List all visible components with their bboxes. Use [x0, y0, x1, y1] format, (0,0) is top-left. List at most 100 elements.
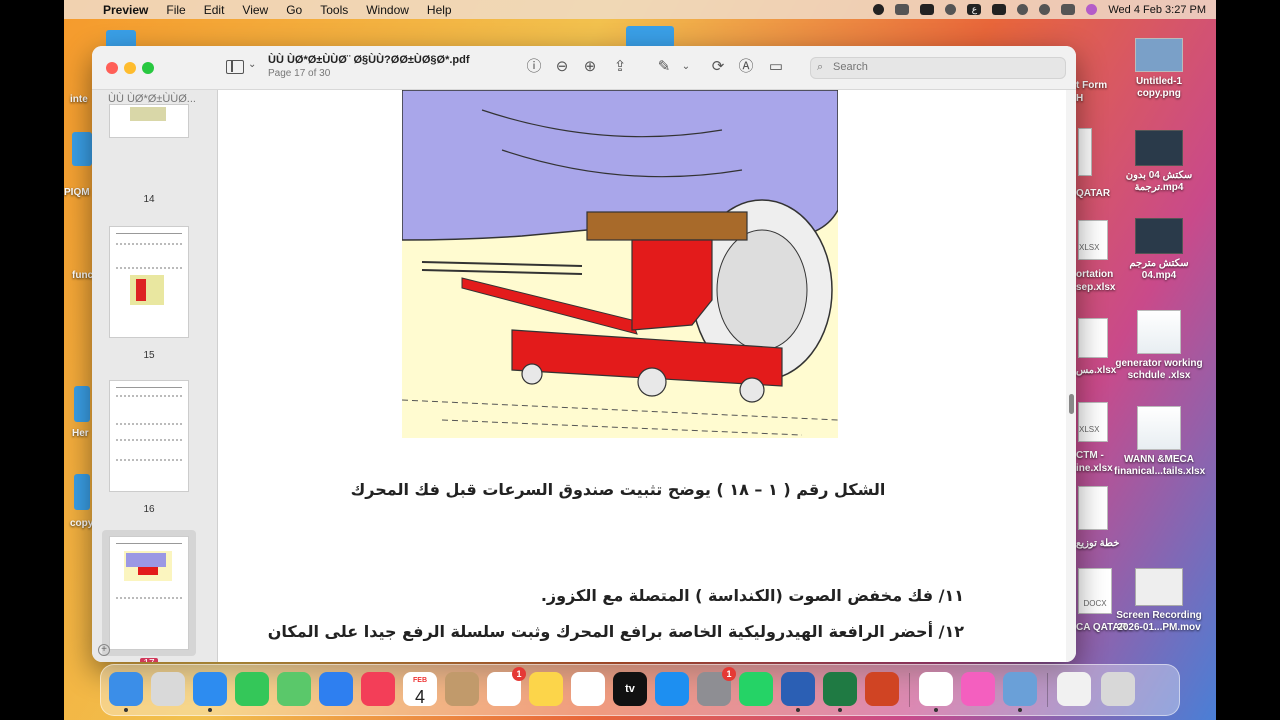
chevron-down-icon[interactable]: ⌄ — [676, 57, 696, 77]
zoom-in-icon[interactable]: ⊕ — [580, 57, 600, 77]
contacts-icon[interactable] — [445, 672, 479, 706]
sidebar-toggle-icon[interactable] — [226, 60, 244, 74]
desktop-label[interactable]: خطة توزيع — [1076, 538, 1119, 549]
info-icon[interactable]: ⓘ — [524, 57, 544, 77]
close-window-button[interactable] — [106, 62, 118, 74]
mail-icon[interactable] — [319, 672, 353, 706]
page-thumbnail-14[interactable] — [109, 104, 189, 138]
search-input[interactable] — [833, 61, 1053, 73]
screen-recorder-icon[interactable] — [961, 672, 995, 706]
form-fill-icon[interactable]: ▭ — [766, 57, 786, 77]
desktop-label[interactable]: H — [1076, 93, 1083, 104]
scrollbar[interactable] — [1069, 394, 1074, 414]
markup-pen-icon[interactable]: ✎ — [654, 57, 674, 77]
desktop-label[interactable]: ortation — [1076, 269, 1113, 280]
rotate-icon[interactable]: ⟳ — [708, 57, 728, 77]
xlsx-file-icon[interactable] — [1078, 486, 1108, 530]
minimize-window-button[interactable] — [124, 62, 136, 74]
annotate-icon[interactable]: Ⓐ — [736, 57, 756, 77]
apple-tv-icon[interactable]: tv — [613, 672, 647, 706]
docx-file-icon[interactable]: DOCX — [1078, 568, 1112, 614]
desktop-label[interactable]: PIQM — [64, 187, 90, 198]
launchpad-icon[interactable] — [151, 672, 185, 706]
document-view[interactable]: الشكل رقم ( ١ – ١٨ ) يوضح تثبيت صندوق ال… — [218, 90, 1076, 662]
desktop-label[interactable]: QATAR — [1076, 188, 1110, 199]
desktop-label[interactable]: t Form — [1076, 80, 1107, 91]
xlsx-file-icon[interactable]: XLSX — [1078, 402, 1108, 442]
page-thumbnail-15[interactable] — [109, 226, 189, 338]
add-page-icon[interactable]: + — [98, 644, 110, 656]
siri-icon[interactable] — [1086, 4, 1098, 15]
desktop: Preview File Edit View Go Tools Window H… — [64, 0, 1216, 720]
page-thumbnail-17[interactable] — [109, 536, 189, 650]
trash-icon[interactable] — [1101, 672, 1135, 706]
preview-icon[interactable] — [1003, 672, 1037, 712]
battery-icon[interactable] — [992, 4, 1007, 15]
input-source-icon[interactable]: ع — [967, 4, 982, 15]
search-icon: ⌕ — [817, 61, 824, 73]
search-field[interactable]: ⌕ — [810, 57, 1066, 79]
chevron-down-icon[interactable]: ⌄ — [248, 59, 256, 70]
desktop-label[interactable]: copy — [70, 518, 93, 529]
desktop-file-video-2[interactable]: سكتش مترجم 04.mp4 — [1114, 218, 1204, 282]
notes-icon[interactable] — [529, 672, 563, 706]
menu-tools[interactable]: Tools — [311, 3, 357, 17]
xlsx-file-icon[interactable]: XLSX — [1078, 220, 1108, 260]
desktop-file-untitled-png[interactable]: Untitled-1 copy.png — [1114, 38, 1204, 100]
desktop-file-screen-recording[interactable]: Screen Recording 2026-01...PM.mov — [1114, 568, 1204, 634]
screen-mirror-icon[interactable] — [920, 4, 935, 15]
record-status-icon[interactable] — [873, 4, 885, 15]
document-title[interactable]: ÙÙ ÙØ*Ø±ÙÙØ¨ Ø§ÙÙ?ØØ±ÙØ§Ø*.pdf — [268, 54, 470, 66]
menu-view[interactable]: View — [233, 3, 277, 17]
word-icon[interactable] — [781, 672, 815, 712]
control-center-icon[interactable] — [1061, 4, 1076, 15]
thumbnail-sidebar: ÙÙ ÙØ*Ø±ÙÙØ... 14 15 16 + — [92, 90, 218, 662]
app-store-icon[interactable] — [655, 672, 689, 706]
desktop-label[interactable]: inte — [70, 94, 88, 105]
desktop-file-generator-xlsx[interactable]: generator working schdule .xlsx — [1114, 310, 1204, 382]
desktop-label[interactable]: CTM - — [1076, 450, 1104, 461]
page-thumbnail-16[interactable] — [109, 380, 189, 492]
whatsapp-icon[interactable] — [739, 672, 773, 706]
menu-clock[interactable]: Wed 4 Feb 3:27 PM — [1108, 4, 1206, 16]
downloads-stack-icon[interactable] — [1057, 672, 1091, 706]
xlsx-file-icon[interactable] — [1078, 128, 1092, 176]
desktop-file-video-1[interactable]: سكتش 04 بدون ترجمة.mp4 — [1114, 130, 1204, 194]
menu-help[interactable]: Help — [418, 3, 461, 17]
excel-icon[interactable] — [823, 672, 857, 712]
maps-icon[interactable] — [277, 672, 311, 706]
calendar-icon[interactable]: FEB 4 — [403, 672, 437, 707]
system-settings-icon[interactable]: 1 — [697, 667, 736, 706]
menu-go[interactable]: Go — [277, 3, 311, 17]
user-icon[interactable] — [945, 4, 957, 15]
wifi-icon[interactable] — [1017, 4, 1029, 15]
menu-file[interactable]: File — [157, 3, 194, 17]
desktop-folder-icon[interactable] — [74, 474, 90, 510]
desktop-folder-icon[interactable] — [72, 132, 92, 166]
menu-app-preview[interactable]: Preview — [94, 3, 157, 17]
menu-edit[interactable]: Edit — [195, 3, 234, 17]
desktop-folder-icon[interactable] — [626, 26, 674, 48]
desktop-label[interactable]: sep.xlsx — [1076, 282, 1115, 293]
vpn-status-icon[interactable] — [895, 4, 910, 15]
menu-window[interactable]: Window — [357, 3, 418, 17]
music-icon[interactable] — [361, 672, 395, 706]
desktop-label[interactable]: ine.xlsx — [1076, 463, 1113, 474]
safari-icon[interactable] — [193, 672, 227, 712]
fullscreen-window-button[interactable] — [142, 62, 154, 74]
spotlight-icon[interactable] — [1039, 4, 1051, 15]
desktop-folder-icon[interactable] — [74, 386, 90, 422]
reminders-icon[interactable]: 1 — [487, 667, 526, 706]
chrome-icon[interactable] — [919, 672, 953, 712]
share-icon[interactable]: ⇪ — [610, 57, 630, 77]
messages-icon[interactable] — [235, 672, 269, 706]
zoom-out-icon[interactable]: ⊖ — [552, 57, 572, 77]
freeform-icon[interactable] — [571, 672, 605, 706]
desktop-label[interactable]: Her — [72, 428, 89, 439]
xlsx-file-icon[interactable] — [1078, 318, 1108, 358]
finder-icon[interactable] — [109, 672, 143, 712]
desktop-label[interactable]: مس.xlsx — [1076, 365, 1116, 376]
desktop-label[interactable]: func — [72, 270, 93, 281]
powerpoint-icon[interactable] — [865, 672, 899, 706]
desktop-file-wann-xlsx[interactable]: WANN &MECA finanical...tails.xlsx — [1114, 406, 1205, 478]
